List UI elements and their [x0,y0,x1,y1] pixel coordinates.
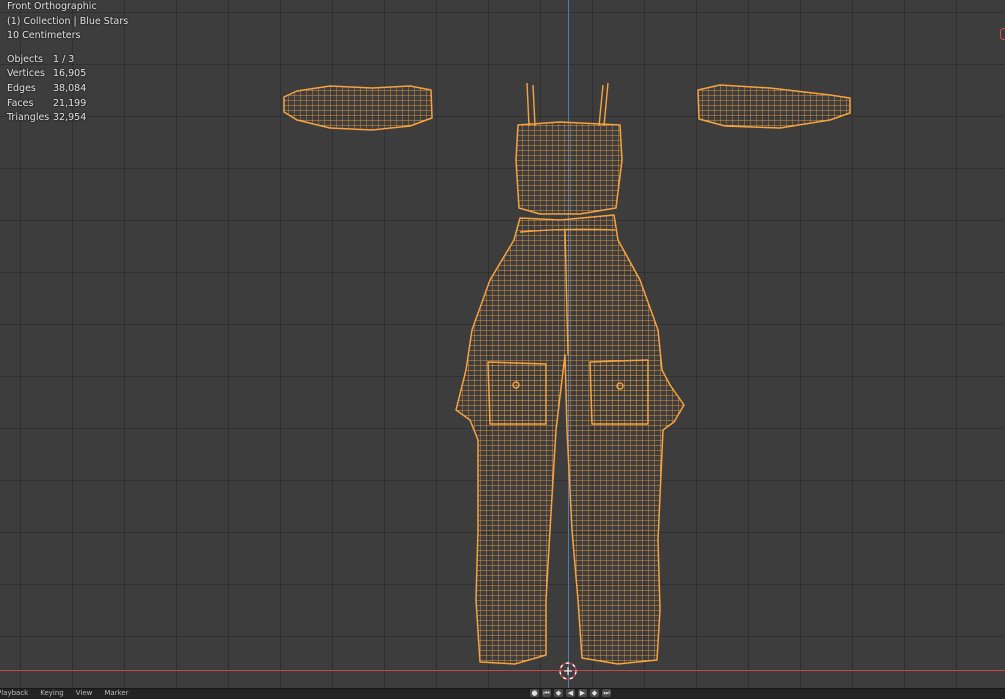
timeline-header: Playback Keying View Marker ● ⏮ ◆ ◀ ▶ ◆ … [0,688,1005,699]
right-strap [598,82,609,127]
left-pocket [487,361,547,425]
right-pocket [589,359,649,425]
menu-view[interactable]: View [76,689,93,698]
jump-start-icon[interactable]: ⏮ [542,689,551,697]
crop-top [515,121,623,215]
view-name: Front Orthographic [7,1,97,12]
right-sleeve [697,84,851,129]
grid-scale: 10 Centimeters [7,30,81,42]
next-key-icon[interactable]: ◆ [590,689,599,697]
stat-edges: Edges 38,084 [7,82,87,94]
stat-faces: Faces 21,199 [7,97,87,109]
3d-viewport[interactable]: Front Orthographic (1) Collection | Blue… [0,0,1005,688]
record-icon[interactable]: ● [530,689,539,697]
left-sleeve [283,85,433,131]
origin-icon[interactable] [558,661,578,681]
play-reverse-icon[interactable]: ◀ [566,689,575,697]
left-strap [526,82,536,127]
jump-end-icon[interactable]: ⏭ [602,689,611,697]
menu-marker[interactable]: Marker [104,689,128,698]
wireframe-mesh[interactable] [0,0,1005,688]
stat-triangles: Triangles 32,954 [7,112,87,124]
prev-key-icon[interactable]: ◆ [554,689,563,697]
navigation-gizmo-edge[interactable] [1000,28,1005,40]
play-icon[interactable]: ▶ [578,689,587,697]
stat-vertices: Vertices 16,905 [7,68,87,80]
pants [455,214,685,665]
stat-objects: Objects 1 / 3 [7,53,75,65]
viewport-info-overlay: Front Orthographic (1) Collection | Blue… [7,0,128,126]
collection-label: (1) Collection | Blue Stars [7,15,129,27]
menu-keying[interactable]: Keying [40,689,64,698]
menu-playback[interactable]: Playback [0,689,28,698]
